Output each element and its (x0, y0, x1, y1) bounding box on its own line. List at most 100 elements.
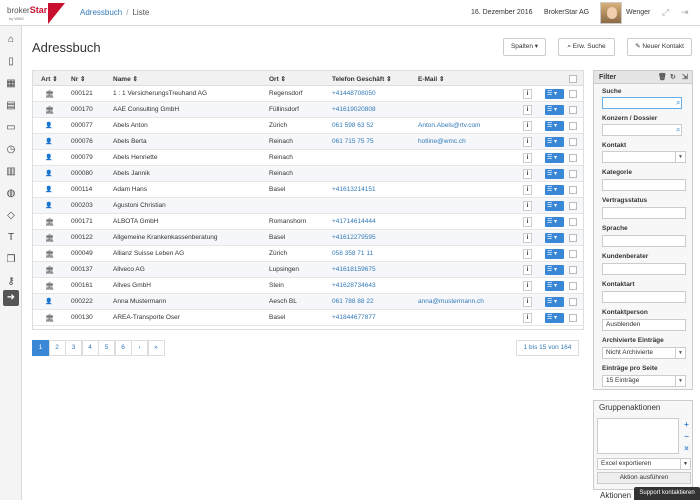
cell-telefon[interactable]: +41628734643 (332, 282, 376, 289)
table-row[interactable]: 🏛 000137 Allveco AG Lupsingen +41618159675 i ☰… (33, 262, 583, 278)
search-icon[interactable]: ⌕ (676, 125, 680, 135)
row-actions-dropdown[interactable]: ☰ ▾ (545, 121, 564, 131)
row-checkbox[interactable] (569, 154, 577, 162)
table-row[interactable]: 🏛 000049 Allianz Suisse Leben AG Zürich 058 … (33, 246, 583, 262)
cell-telefon[interactable]: 058 358 71 11 (332, 250, 373, 257)
page-button[interactable]: 5 (98, 340, 115, 356)
globe-icon[interactable]: ◍ (3, 186, 19, 202)
row-actions-dropdown[interactable]: ☰ ▾ (545, 153, 564, 163)
info-button[interactable]: i (523, 89, 532, 99)
cell-telefon[interactable]: +41613214151 (332, 186, 376, 193)
row-checkbox[interactable] (569, 282, 577, 290)
info-button[interactable]: i (523, 201, 532, 211)
group-actions-list[interactable] (597, 418, 679, 454)
row-checkbox[interactable] (569, 250, 577, 258)
row-actions-dropdown[interactable]: ☰ ▾ (545, 281, 564, 291)
logout-icon[interactable]: ⇥ (681, 7, 689, 18)
page-button[interactable]: 1 (32, 340, 49, 356)
cell-telefon[interactable]: 061 598 63 52 (332, 122, 374, 129)
row-actions-dropdown[interactable]: ☰ ▾ (545, 169, 564, 179)
table-row[interactable]: 🏛 000130 AREA-Transporte Oser Basel +4184467… (33, 310, 583, 326)
row-checkbox[interactable] (569, 218, 577, 226)
minus-icon[interactable]: − (682, 432, 691, 441)
row-actions-dropdown[interactable]: ☰ ▾ (545, 201, 564, 211)
header-nr[interactable]: Nr ⇕ (71, 75, 86, 83)
table-row[interactable]: 👤 000080 Abels Jannik Reinach i ☰ ▾ (33, 166, 583, 182)
table-row[interactable]: 🏛 000161 Allves GmbH Stein +41628734643 i ☰ ▾ (33, 278, 583, 294)
key-icon[interactable]: ⚷ (3, 274, 19, 290)
support-contact-button[interactable]: Support kontaktieren (634, 487, 700, 500)
trash-icon[interactable]: 🗑 (658, 73, 667, 81)
info-button[interactable]: i (523, 185, 532, 195)
copy-icon[interactable]: ❐ (3, 252, 19, 268)
filter-archiviert-select[interactable]: Nicht Archivierte ▼ (602, 347, 686, 359)
cell-email[interactable]: anna@mustermann.ch (418, 298, 484, 305)
cell-telefon[interactable]: 061 715 75 75 (332, 138, 374, 145)
info-button[interactable]: i (523, 121, 532, 131)
row-checkbox[interactable] (569, 138, 577, 146)
info-button[interactable]: i (523, 105, 532, 115)
row-checkbox[interactable] (569, 298, 577, 306)
breadcrumb-adressbuch[interactable]: Adressbuch (80, 8, 122, 17)
row-checkbox[interactable] (569, 90, 577, 98)
row-actions-dropdown[interactable]: ☰ ▾ (545, 89, 564, 99)
info-button[interactable]: i (523, 217, 532, 227)
page-button[interactable]: 6 (114, 340, 132, 356)
cell-email[interactable]: hotline@wmc.ch (418, 138, 466, 145)
row-actions-dropdown[interactable]: ☰ ▾ (545, 265, 564, 275)
header-art[interactable]: Art ⇕ (41, 75, 58, 83)
row-checkbox[interactable] (569, 122, 577, 130)
calendar-icon[interactable]: ▦ (3, 76, 19, 92)
filter-vertragsstatus-input[interactable] (602, 207, 686, 219)
table-row[interactable]: 🏛 000171 ALBOTA GmbH Romanshorn +41714614444… (33, 214, 583, 230)
document-icon[interactable]: ▭ (3, 120, 19, 136)
page-button[interactable]: 4 (81, 340, 99, 356)
group-action-select[interactable]: Excel exportieren ▼ (597, 458, 691, 470)
table-row[interactable]: 👤 000203 Agustoni Christian i ☰ ▾ (33, 198, 583, 214)
table-icon[interactable]: ▥ (3, 164, 19, 180)
cell-telefon[interactable]: +41618159675 (332, 266, 376, 273)
page-button[interactable]: » (147, 340, 165, 356)
text-icon[interactable]: T (3, 230, 19, 246)
advanced-search-button[interactable]: ⌕ Erw. Suche (558, 38, 615, 56)
cell-telefon[interactable]: +41448708050 (332, 90, 376, 97)
company-name[interactable]: BrokerStar AG (544, 9, 589, 16)
cell-telefon[interactable]: +41619020808 (332, 106, 376, 113)
row-actions-dropdown[interactable]: ☰ ▾ (545, 233, 564, 243)
row-checkbox[interactable] (569, 186, 577, 194)
home-icon[interactable]: ⌂ (3, 32, 19, 48)
filter-eintraege-select[interactable]: 15 Einträge ▼ (602, 375, 686, 387)
table-row[interactable]: 🏛 000121 1 : 1 VersicherungsTreuhand AG Reg… (33, 86, 583, 102)
info-button[interactable]: i (523, 153, 532, 163)
table-row[interactable]: 🏛 000122 Allgemeine Krankenkassenberatung B… (33, 230, 583, 246)
tag-icon[interactable]: ◇ (3, 208, 19, 224)
page-button[interactable]: › (131, 340, 148, 356)
info-button[interactable]: i (523, 249, 532, 259)
filter-konzern-input[interactable] (602, 124, 682, 136)
table-row[interactable]: 👤 000114 Adam Hans Basel +41613214151 i ☰ ▾ (33, 182, 583, 198)
filter-kontaktperson-select[interactable]: Ausblenden (602, 319, 686, 331)
row-actions-dropdown[interactable]: ☰ ▾ (545, 105, 564, 115)
arrow-right-circle-icon[interactable]: ➜ (3, 290, 19, 306)
close-icon[interactable]: × (682, 444, 691, 453)
header-name[interactable]: Name ⇕ (113, 75, 138, 83)
header-telefon[interactable]: Telefon Geschäft ⇕ (332, 75, 392, 83)
book-icon[interactable]: ▯ (3, 54, 19, 70)
search-icon[interactable]: ⌕ (676, 98, 680, 108)
cell-email[interactable]: Anton.Abels@rtv.com (418, 122, 480, 129)
table-row[interactable]: 🏛 000170 AAE Consulting GmbH Füllinsdorf +41… (33, 102, 583, 118)
info-button[interactable]: i (523, 233, 532, 243)
user-name[interactable]: Wenger (626, 9, 650, 16)
plus-icon[interactable]: + (682, 420, 691, 429)
row-checkbox[interactable] (569, 234, 577, 242)
calendar-alt-icon[interactable]: ▤ (3, 98, 19, 114)
info-button[interactable]: i (523, 137, 532, 147)
page-button[interactable]: 3 (65, 340, 82, 356)
row-actions-dropdown[interactable]: ☰ ▾ (545, 313, 564, 323)
row-actions-dropdown[interactable]: ☰ ▾ (545, 297, 564, 307)
filter-sprache-input[interactable] (602, 235, 686, 247)
cell-telefon[interactable]: +41714614444 (332, 218, 376, 225)
info-button[interactable]: i (523, 265, 532, 275)
table-row[interactable]: 👤 000222 Anna Mustermann Aesch BL 061 788 88… (33, 294, 583, 310)
cell-telefon[interactable]: 061 788 88 22 (332, 298, 374, 305)
